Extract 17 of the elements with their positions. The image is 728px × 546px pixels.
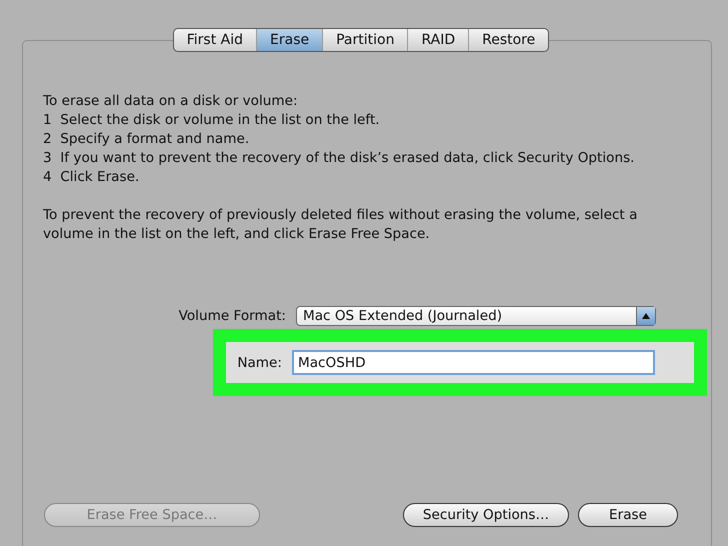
tab[interactable]: Restore: [468, 29, 548, 51]
instruction-text: To erase all data on a disk or volume:: [43, 92, 299, 111]
tab[interactable]: Erase: [256, 29, 322, 51]
volume-format-dropdown[interactable]: Mac OS Extended (Journaled): [296, 306, 656, 326]
volume-format-label: Volume Format:: [178, 308, 286, 324]
name-field[interactable]: MacOSHD: [292, 350, 655, 375]
tab[interactable]: First Aid: [174, 29, 256, 51]
tab[interactable]: RAID: [407, 29, 468, 51]
instruction-text: 2 Specify a format and name.: [43, 130, 250, 149]
instruction-text: 1 Select the disk or volume in the list on the left.: [43, 111, 381, 130]
name-label: Name:: [236, 354, 282, 370]
security-options-button[interactable]: Security Options…: [403, 503, 569, 527]
instruction-text: 4 Click Erase.: [43, 168, 140, 187]
erase-button[interactable]: Erase: [578, 503, 678, 527]
free-space-note: To prevent the recovery of previously deleted files without erasing the volume, select a volume in the list on the left, and click Erase Free Space.: [43, 206, 638, 244]
tab[interactable]: Partition: [322, 29, 408, 51]
instruction-text: 3 If you want to prevent the recovery of the disk’s erased data, click Security Options.: [43, 149, 636, 168]
